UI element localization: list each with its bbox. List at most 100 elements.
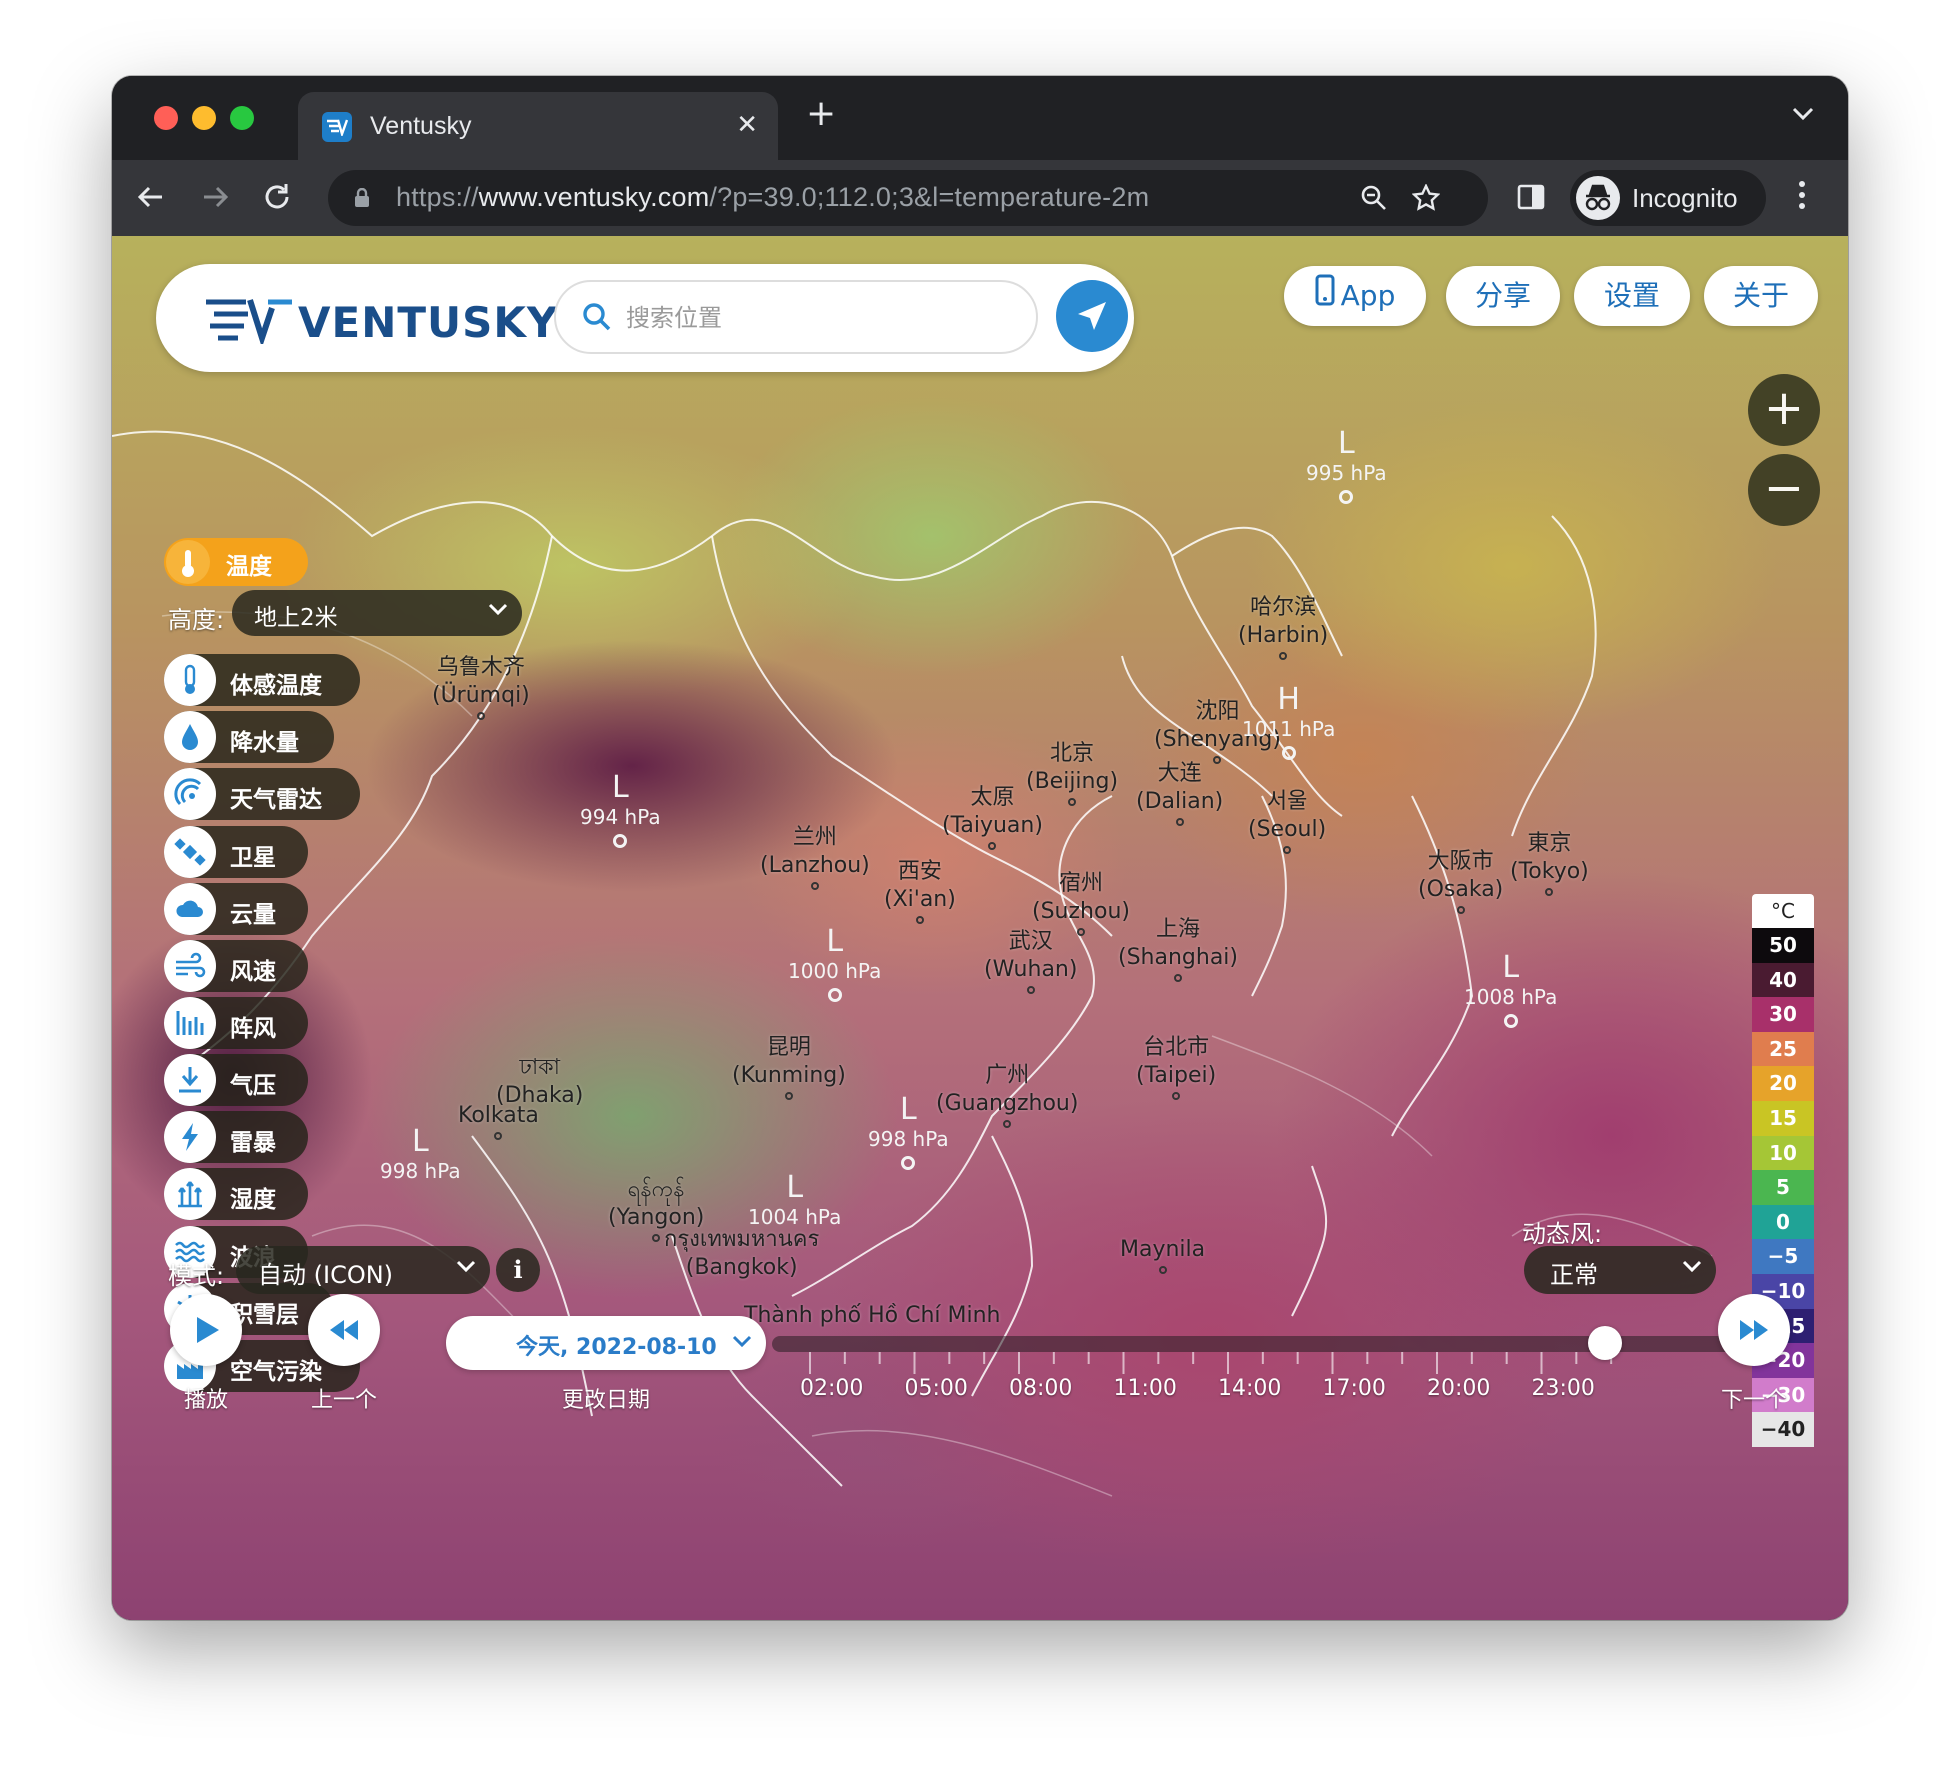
- pressure-low-3[interactable]: L 1000 hPa: [788, 926, 881, 1002]
- back-arrow-icon[interactable]: [136, 182, 166, 216]
- about-button[interactable]: 关于: [1704, 266, 1818, 326]
- chevron-down-icon: [732, 1334, 752, 1353]
- city-bangkok[interactable]: กรุงเทพมหานคร (Bangkok): [664, 1226, 819, 1282]
- humidity-icon: [164, 1168, 216, 1220]
- city-osaka[interactable]: 大阪市 (Osaka): [1418, 848, 1503, 914]
- city-taipei[interactable]: 台北市 (Taipei): [1136, 1034, 1216, 1100]
- layer-pressure[interactable]: 气压: [164, 1054, 308, 1106]
- layer-radar[interactable]: 天气雷达: [164, 768, 360, 820]
- timeline-time-label[interactable]: 05:00: [905, 1376, 968, 1401]
- incognito-label: Incognito: [1632, 183, 1738, 213]
- layer-thunderstorm[interactable]: 雷暴: [164, 1111, 308, 1163]
- tab-ventusky[interactable]: Ventusky ✕: [298, 92, 778, 160]
- timeline-time-label[interactable]: 14:00: [1218, 1376, 1281, 1401]
- layer-clouds[interactable]: 云量: [164, 883, 308, 935]
- maximize-window-button[interactable]: [230, 106, 254, 130]
- timeline-time-label[interactable]: 02:00: [800, 1376, 863, 1401]
- pressure-low-6[interactable]: L 998 hPa: [380, 1126, 461, 1184]
- timeline-time-label[interactable]: 20:00: [1427, 1376, 1490, 1401]
- date-select[interactable]: 今天, 2022-08-10: [446, 1316, 766, 1370]
- timeline-time-label[interactable]: 23:00: [1532, 1376, 1595, 1401]
- city-taiyuan[interactable]: 太原 (Taiyuan): [942, 784, 1043, 850]
- legend-stop: 0: [1752, 1204, 1814, 1240]
- model-info-button[interactable]: i: [496, 1248, 540, 1292]
- layer-wind-speed[interactable]: 风速: [164, 940, 308, 992]
- search-input[interactable]: [626, 300, 1006, 336]
- animated-wind-select[interactable]: 正常: [1524, 1246, 1716, 1294]
- altitude-select[interactable]: 地上2米: [232, 590, 522, 636]
- ventusky-logo-icon[interactable]: [206, 294, 294, 348]
- legend-stop: 20: [1752, 1066, 1814, 1101]
- city-guangzhou[interactable]: 广州 (Guangzhou): [936, 1062, 1078, 1128]
- close-window-button[interactable]: [154, 106, 178, 130]
- wind-icon: [164, 940, 216, 992]
- city-kunming[interactable]: 昆明 (Kunming): [732, 1034, 846, 1100]
- pressure-low-7[interactable]: L 1004 hPa: [748, 1172, 841, 1230]
- navigation-arrow-icon: [1078, 302, 1106, 330]
- raindrop-icon: [164, 711, 216, 763]
- legend-unit: °C: [1752, 894, 1814, 928]
- pressure-high-1[interactable]: H 1011 hPa: [1242, 684, 1335, 760]
- timeline-time-label[interactable]: 08:00: [1009, 1376, 1072, 1401]
- browser-window: Ventusky ✕ + https://www.ventusky.com/?p…: [112, 76, 1848, 1620]
- city-dalian[interactable]: 大连 (Dalian): [1136, 760, 1223, 826]
- minimize-window-button[interactable]: [192, 106, 216, 130]
- map-viewport[interactable]: 乌鲁木齐 (Ürümqi) 哈尔滨 (Harbin) 沈阳 (Shenyang) 北京…: [112, 236, 1848, 1620]
- city-urumqi[interactable]: 乌鲁木齐 (Ürümqi): [432, 654, 530, 720]
- reload-icon[interactable]: [262, 182, 292, 216]
- search-icon: [582, 302, 612, 336]
- tab-title: Ventusky: [370, 112, 472, 140]
- city-lanzhou[interactable]: 兰州 (Lanzhou): [760, 824, 870, 890]
- timeline-handle[interactable]: [1588, 1326, 1622, 1360]
- browser-menu-icon[interactable]: [1798, 180, 1806, 214]
- zoom-magnifier-icon[interactable]: [1360, 184, 1388, 216]
- city-ho-chi-minh[interactable]: Thành phố Hồ Chí Minh: [744, 1302, 1001, 1330]
- layer-precipitation[interactable]: 降水量: [164, 711, 334, 763]
- address-bar[interactable]: https://www.ventusky.com/?p=39.0;112.0;3…: [328, 170, 1488, 226]
- city-tokyo[interactable]: 東京 (Tokyo): [1510, 830, 1589, 896]
- layer-feels-like[interactable]: 体感温度: [164, 654, 360, 706]
- city-suzhou[interactable]: 宿州 (Suzhou): [1032, 870, 1130, 936]
- city-kolkata[interactable]: Kolkata: [458, 1102, 539, 1140]
- incognito-profile-button[interactable]: Incognito: [1570, 170, 1766, 226]
- locate-me-button[interactable]: [1056, 280, 1128, 352]
- previous-button[interactable]: [308, 1294, 380, 1366]
- logo-text[interactable]: VENTUSKY: [298, 298, 558, 347]
- lock-icon[interactable]: [354, 187, 370, 212]
- pressure-low-5[interactable]: L 998 hPa: [868, 1094, 949, 1170]
- pressure-low-1[interactable]: L 995 hPa: [1306, 428, 1387, 504]
- animated-wind-value: 正常: [1550, 1261, 1598, 1289]
- search-box[interactable]: [554, 280, 1038, 354]
- layer-gusts[interactable]: 阵风: [164, 997, 308, 1049]
- next-button[interactable]: [1718, 1294, 1790, 1366]
- pressure-low-4[interactable]: L 1008 hPa: [1464, 952, 1557, 1028]
- bookmark-star-icon[interactable]: [1411, 183, 1441, 216]
- city-shanghai[interactable]: 上海 (Shanghai): [1118, 916, 1238, 982]
- city-xian[interactable]: 西安 (Xi'an): [884, 858, 956, 924]
- timeline-time-label[interactable]: 11:00: [1114, 1376, 1177, 1401]
- city-harbin[interactable]: 哈尔滨 (Harbin): [1238, 594, 1328, 660]
- city-manila[interactable]: Maynila: [1120, 1236, 1205, 1274]
- timeline-time-label[interactable]: 17:00: [1323, 1376, 1386, 1401]
- play-button[interactable]: [170, 1294, 242, 1366]
- app-button[interactable]: App: [1284, 266, 1426, 326]
- close-tab-icon[interactable]: ✕: [736, 110, 758, 140]
- layer-satellite[interactable]: 卫星: [164, 826, 308, 878]
- layer-temperature-active[interactable]: 温度: [164, 538, 308, 586]
- model-label: 模式:: [168, 1262, 225, 1290]
- model-select[interactable]: 自动 (ICON): [236, 1246, 490, 1294]
- new-tab-button[interactable]: +: [806, 96, 836, 132]
- header-panel: VENTUSKY: [156, 264, 1134, 372]
- city-seoul[interactable]: 서울 (Seoul): [1248, 788, 1326, 854]
- city-wuhan[interactable]: 武汉 (Wuhan): [984, 928, 1077, 994]
- tab-search-chevron-icon[interactable]: [1792, 106, 1814, 125]
- layer-humidity[interactable]: 湿度: [164, 1168, 308, 1220]
- next-label: 下一个: [1720, 1388, 1787, 1413]
- side-panel-icon[interactable]: [1516, 182, 1546, 216]
- pressure-low-2[interactable]: L 994 hPa: [580, 772, 661, 848]
- forward-arrow-icon[interactable]: [200, 182, 230, 216]
- share-button[interactable]: 分享: [1446, 266, 1560, 326]
- settings-button[interactable]: 设置: [1574, 266, 1690, 326]
- zoom-out-button[interactable]: −: [1748, 454, 1820, 526]
- zoom-in-button[interactable]: +: [1748, 374, 1820, 446]
